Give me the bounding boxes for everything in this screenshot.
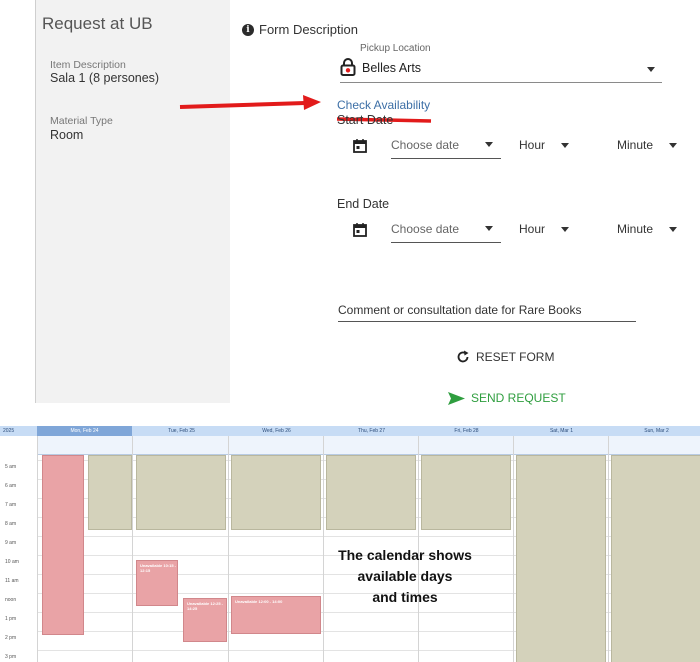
- day-header[interactable]: Tue, Feb 25: [134, 426, 229, 436]
- hour-label: 7 am: [5, 502, 17, 508]
- hour-label: noon: [5, 597, 17, 603]
- item-description-label: Item Description: [50, 59, 126, 71]
- check-availability-link[interactable]: Check Availability: [337, 98, 430, 112]
- info-icon: i: [242, 23, 254, 36]
- end-date-input[interactable]: Choose date: [391, 220, 501, 243]
- availability-calendar: 2025 Mon, Feb 24 Tue, Feb 25 Wed, Feb 26…: [0, 426, 700, 662]
- calendar-icon[interactable]: [353, 223, 367, 237]
- hour-label: 5 am: [5, 464, 17, 470]
- day-header[interactable]: Sun, Mar 2: [609, 426, 700, 436]
- pickup-location-value: Belles Arts: [362, 61, 422, 75]
- calendar-header: 2025 Mon, Feb 24 Tue, Feb 25 Wed, Feb 26…: [0, 426, 700, 436]
- end-hour-select[interactable]: Hour: [519, 222, 545, 236]
- chevron-down-icon: [561, 143, 569, 148]
- hour-label: 3 pm: [5, 654, 17, 660]
- panel-title: Request at UB: [42, 14, 153, 33]
- item-description-value: Sala 1 (8 persones): [50, 71, 160, 85]
- end-minute-select[interactable]: Minute: [617, 222, 653, 236]
- start-date-input[interactable]: Choose date: [391, 136, 501, 159]
- reset-form-label: RESET FORM: [476, 350, 555, 364]
- unavailable-label: Unavailable 10:15 - 12:15: [140, 563, 177, 573]
- day-header[interactable]: Wed, Feb 26: [229, 426, 324, 436]
- unavailable-block[interactable]: Unavailable 12:25 - 14:25: [183, 598, 227, 642]
- calendar-icon[interactable]: [353, 139, 367, 153]
- chevron-down-icon: [485, 142, 493, 147]
- day-header[interactable]: Sat, Mar 1: [514, 426, 609, 436]
- all-day-row: [37, 436, 700, 455]
- day-header[interactable]: Fri, Feb 28: [419, 426, 514, 436]
- day-divider: [228, 436, 229, 662]
- day-header[interactable]: Mon, Feb 24: [37, 426, 132, 436]
- day-header[interactable]: Thu, Feb 27: [324, 426, 419, 436]
- hour-label: 8 am: [5, 521, 17, 527]
- day-divider: [513, 436, 514, 662]
- chevron-down-icon: [669, 227, 677, 232]
- day-divider: [132, 436, 133, 662]
- start-date-label: Start Date: [337, 113, 394, 127]
- chevron-down-icon: [647, 67, 655, 72]
- unavailable-label: Unavailable 12:00 - 14:00: [235, 599, 283, 604]
- hour-label: 10 am: [5, 559, 19, 565]
- chevron-down-icon: [561, 227, 569, 232]
- calendar-year: 2025: [3, 428, 15, 434]
- unavailable-block[interactable]: Unavailable 10:15 - 12:15: [136, 560, 178, 606]
- unavailable-label: Unavailable 12:25 - 14:25: [187, 601, 224, 611]
- send-icon: [448, 391, 465, 405]
- hour-label: 2 pm: [5, 635, 17, 641]
- item-info-panel: Request at UB Item Description Sala 1 (8…: [35, 0, 230, 403]
- form-description-heading: i Form Description: [242, 22, 358, 37]
- end-date-label: End Date: [337, 197, 390, 211]
- pickup-location-label: Pickup Location: [360, 43, 431, 54]
- hour-label: 6 am: [5, 483, 17, 489]
- calendar-callout: The calendar shows available days and ti…: [305, 545, 505, 608]
- available-block[interactable]: [516, 455, 606, 662]
- start-hour-select[interactable]: Hour: [519, 138, 545, 152]
- hour-label: 9 am: [5, 540, 17, 546]
- refresh-icon: [457, 350, 469, 363]
- chevron-down-icon: [669, 143, 677, 148]
- available-block[interactable]: [421, 455, 511, 530]
- reset-form-button[interactable]: RESET FORM: [456, 350, 554, 364]
- available-block[interactable]: [326, 455, 416, 530]
- callout-line: available days: [357, 568, 453, 584]
- available-block[interactable]: [231, 455, 321, 530]
- send-request-button[interactable]: SEND REQUEST: [448, 391, 566, 405]
- chevron-down-icon: [485, 226, 493, 231]
- material-type-value: Room: [50, 128, 84, 142]
- callout-line: and times: [372, 589, 438, 605]
- hour-label: 1 pm: [5, 616, 17, 622]
- unavailable-block[interactable]: [42, 455, 84, 635]
- material-type-label: Material Type: [50, 115, 113, 127]
- pickup-location-select[interactable]: Belles Arts: [340, 58, 662, 83]
- day-divider: [37, 436, 38, 662]
- start-date-row: Choose date Hour Minute: [353, 136, 693, 160]
- available-block[interactable]: [136, 455, 226, 530]
- comment-field[interactable]: Comment or consultation date for Rare Bo…: [338, 303, 636, 322]
- available-block[interactable]: [611, 455, 700, 662]
- send-request-label: SEND REQUEST: [471, 391, 566, 405]
- annotation-arrow-icon: [179, 95, 321, 110]
- callout-line: The calendar shows: [338, 547, 472, 563]
- end-date-row: Choose date Hour Minute: [353, 220, 693, 244]
- available-block[interactable]: [88, 455, 132, 530]
- form-description-title: Form Description: [259, 22, 358, 37]
- lock-icon: [340, 58, 356, 76]
- hour-label: 11 am: [5, 578, 19, 584]
- start-minute-select[interactable]: Minute: [617, 138, 653, 152]
- day-divider: [608, 436, 609, 662]
